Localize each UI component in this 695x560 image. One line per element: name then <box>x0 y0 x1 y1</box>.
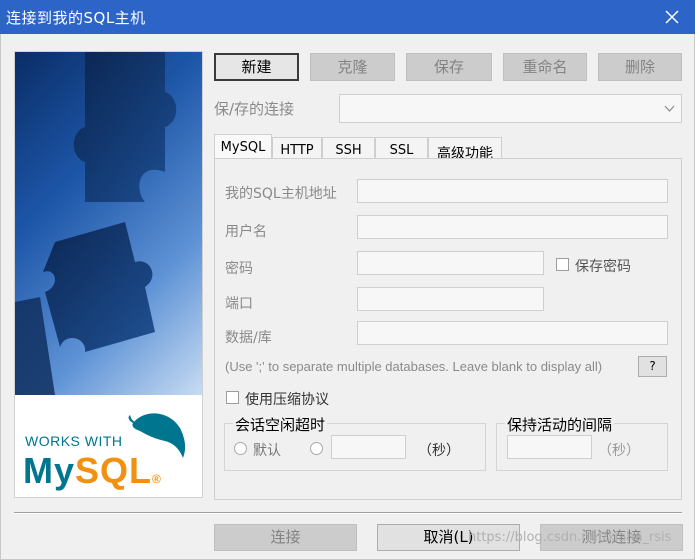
dolphin-icon <box>128 413 186 458</box>
puzzle-image <box>15 52 202 395</box>
default-timeout-radio[interactable] <box>234 442 247 455</box>
window-title: 连接到我的SQL主机 <box>6 9 146 27</box>
side-image-panel: WORKS WITH MySQL® <box>14 51 203 498</box>
saved-connections-select[interactable] <box>339 94 682 123</box>
save-password-checkbox[interactable] <box>556 258 569 271</box>
host-input[interactable] <box>357 179 668 203</box>
keepalive-input[interactable] <box>507 435 592 459</box>
port-label: 端口 <box>225 296 253 312</box>
new-button[interactable]: 新建 <box>214 53 299 81</box>
save-button[interactable]: 保存 <box>406 53 492 81</box>
close-icon <box>665 10 679 24</box>
database-label: 数据/库 <box>225 330 272 346</box>
session-timeout-title: 会话空闲超时 <box>233 414 328 435</box>
title-bar: 连接到我的SQL主机 <box>0 0 695 34</box>
default-timeout-label: 默认 <box>253 443 281 459</box>
delete-button[interactable]: 删除 <box>598 53 682 81</box>
rename-button[interactable]: 重命名 <box>503 53 587 81</box>
connect-button[interactable]: 连接 <box>214 524 357 551</box>
username-label: 用户名 <box>225 224 267 240</box>
custom-timeout-radio[interactable] <box>310 442 323 455</box>
puzzle-graphic <box>15 52 177 395</box>
compression-label: 使用压缩协议 <box>245 392 329 408</box>
tab-http[interactable]: HTTP <box>272 137 322 159</box>
close-button[interactable] <box>649 0 695 34</box>
clone-button[interactable]: 克隆 <box>310 53 395 81</box>
keepalive-unit: （秒） <box>598 443 640 459</box>
session-timeout-input[interactable] <box>331 435 406 459</box>
works-with-text: WORKS WITH <box>25 433 123 449</box>
saved-connections-label: 保/存的连接 <box>214 100 295 118</box>
tab-ssl[interactable]: SSL <box>375 137 428 159</box>
database-input[interactable] <box>357 321 668 345</box>
port-input[interactable] <box>357 287 544 311</box>
database-hint: (Use ';' to separate multiple databases.… <box>225 359 603 374</box>
compression-checkbox[interactable] <box>226 391 239 404</box>
watermark-text: https://blog.csdn.net/xiaha_rsis <box>468 530 672 545</box>
session-timeout-unit: （秒） <box>418 443 460 459</box>
keepalive-title: 保持活动的间隔 <box>505 414 615 435</box>
save-password-label: 保存密码 <box>575 259 631 275</box>
tab-ssh[interactable]: SSH <box>322 137 375 159</box>
username-input[interactable] <box>357 215 668 239</box>
tab-advanced[interactable]: 高级功能 <box>428 137 502 162</box>
tab-mysql[interactable]: MySQL <box>214 134 272 159</box>
password-label: 密码 <box>225 261 253 277</box>
password-input[interactable] <box>357 251 544 275</box>
mysql-brand: WORKS WITH MySQL® <box>15 395 202 497</box>
chevron-down-icon <box>664 105 675 112</box>
help-button[interactable]: ? <box>638 356 667 377</box>
host-label: 我的SQL主机地址 <box>225 186 337 202</box>
footer-separator <box>14 512 682 514</box>
